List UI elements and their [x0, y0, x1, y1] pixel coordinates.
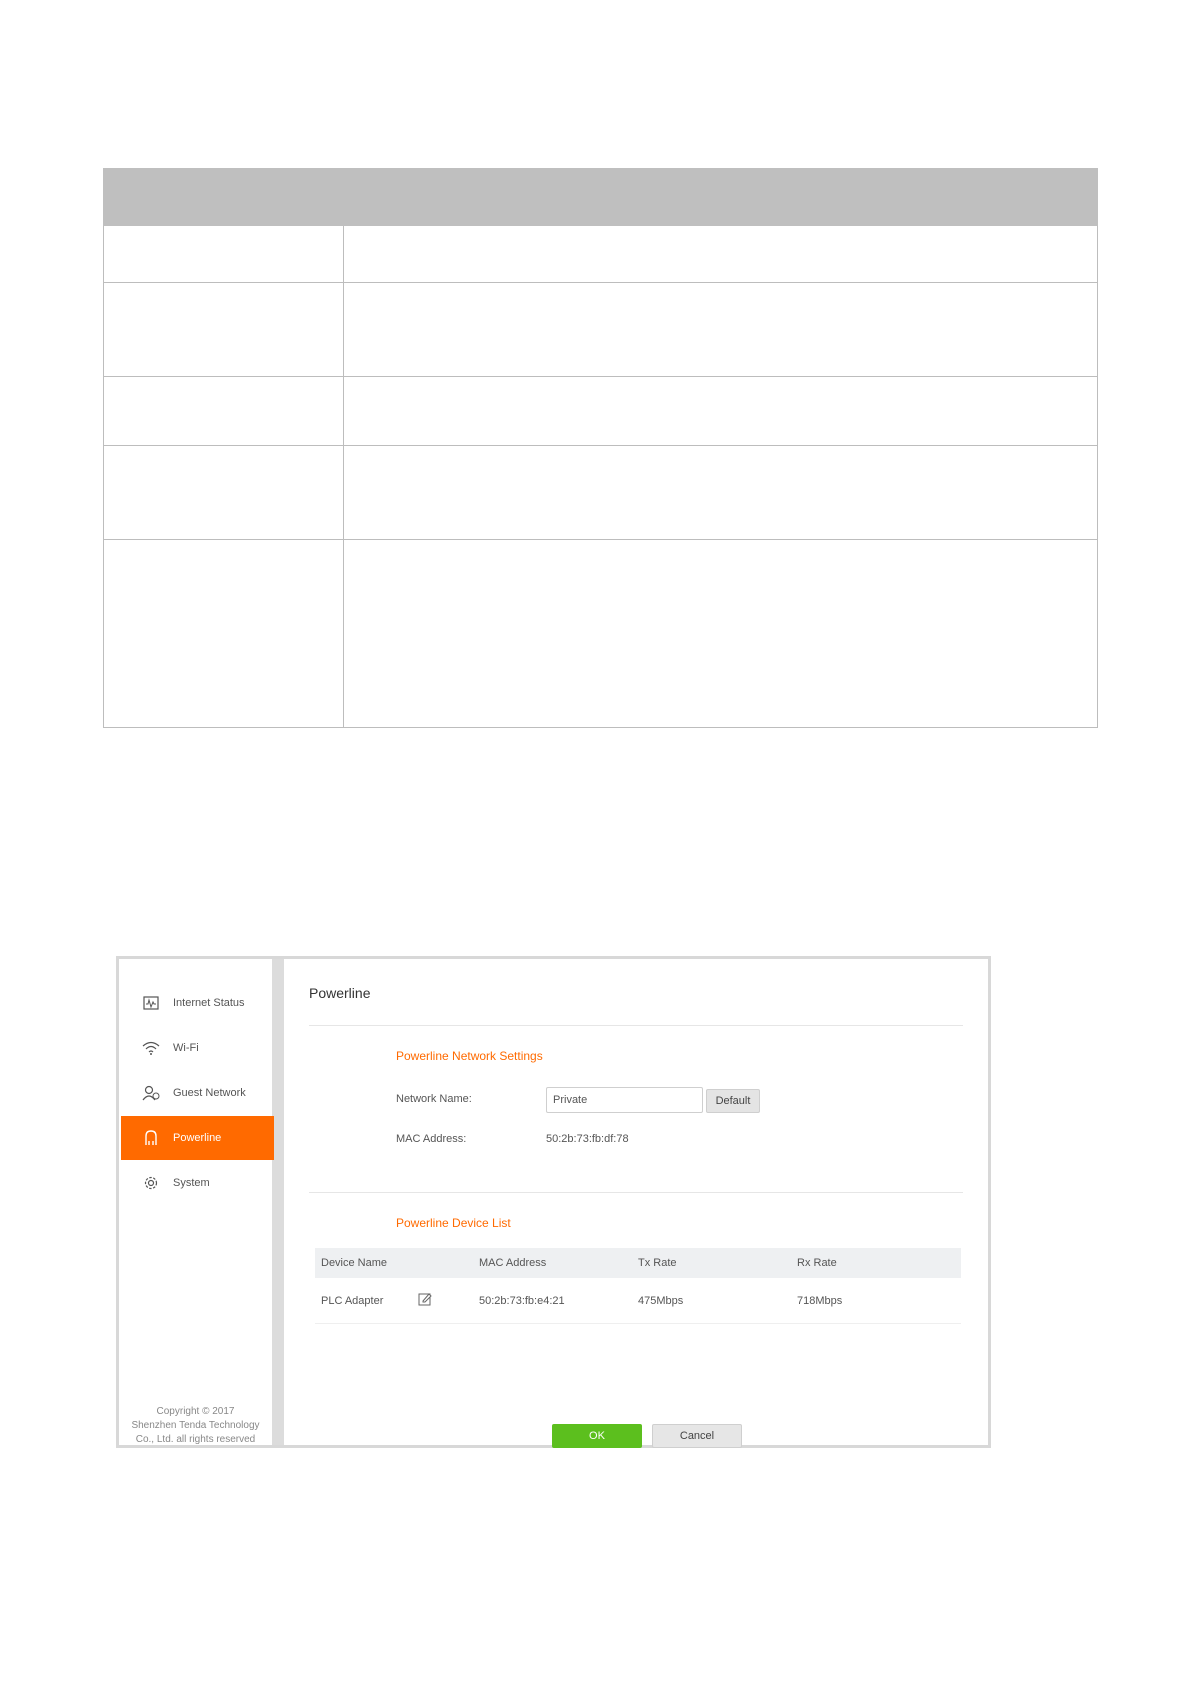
column-header-rx-rate: Rx Rate: [797, 1257, 837, 1269]
mac-address-value: 50:2b:73:fb:df:78: [546, 1133, 629, 1145]
table-cell: [343, 376, 1098, 446]
default-button[interactable]: Default: [706, 1089, 760, 1113]
table-cell: [343, 225, 1098, 283]
sidebar-item-label: System: [173, 1177, 210, 1189]
internet-status-icon: [141, 993, 161, 1013]
network-name-input[interactable]: [546, 1087, 703, 1113]
divider: [309, 1192, 963, 1193]
sidebar-item-wifi[interactable]: Wi-Fi: [121, 1026, 274, 1070]
edit-icon[interactable]: [418, 1292, 432, 1309]
sidebar-item-guest-network[interactable]: Guest Network: [121, 1071, 274, 1115]
mac-address-cell: 50:2b:73:fb:e4:21: [479, 1294, 565, 1307]
rx-rate-cell: 718Mbps: [797, 1294, 843, 1307]
table-cell: [103, 539, 344, 728]
page-title: Powerline: [309, 985, 371, 1001]
settings-section-title: Powerline Network Settings: [396, 1049, 543, 1063]
sidebar-item-system[interactable]: System: [121, 1161, 274, 1205]
device-list-title: Powerline Device List: [396, 1216, 511, 1230]
device-table-header: Device Name MAC Address Tx Rate Rx Rate: [315, 1248, 961, 1278]
sidebar-item-label: Guest Network: [173, 1087, 246, 1099]
table-cell: [343, 445, 1098, 540]
copyright-line: Shenzhen Tenda Technology: [131, 1420, 260, 1431]
copyright-line: Copyright © 2017: [156, 1406, 235, 1417]
sidebar-item-internet-status[interactable]: Internet Status: [121, 981, 274, 1025]
router-admin-window: Internet Status Wi-Fi Guest Network Powe…: [116, 956, 991, 1448]
mac-address-label: MAC Address:: [396, 1133, 467, 1145]
main-content: Powerline Powerline Network Settings Net…: [284, 959, 988, 1448]
sidebar-item-label: Wi-Fi: [173, 1042, 199, 1054]
device-table: Device Name MAC Address Tx Rate Rx Rate …: [315, 1248, 961, 1324]
divider: [309, 1025, 963, 1026]
column-header-mac-address: MAC Address: [479, 1257, 547, 1269]
powerline-icon: [141, 1128, 161, 1148]
cancel-button[interactable]: Cancel: [652, 1424, 742, 1448]
copyright: Copyright © 2017 Shenzhen Tenda Technolo…: [119, 1405, 272, 1447]
tx-rate-cell: 475Mbps: [638, 1294, 684, 1307]
column-header-device-name: Device Name: [321, 1257, 388, 1269]
sidebar-item-label: Powerline: [173, 1132, 222, 1144]
network-name-label: Network Name:: [396, 1093, 472, 1105]
sidebar: Internet Status Wi-Fi Guest Network Powe…: [119, 959, 284, 1445]
copyright-line: Co., Ltd. all rights reserved: [135, 1434, 256, 1445]
table-row: PLC Adapter 50:2b:73:fb:e4:21 475Mbps 71…: [315, 1278, 961, 1324]
sidebar-item-powerline[interactable]: Powerline: [121, 1116, 274, 1160]
gear-icon: [141, 1173, 161, 1193]
table-cell: [103, 282, 344, 377]
table-cell: [103, 225, 344, 283]
guest-network-icon: [141, 1083, 161, 1103]
table-cell: [103, 445, 344, 540]
table-cell: [343, 539, 1098, 728]
column-header-tx-rate: Tx Rate: [638, 1257, 677, 1269]
ok-button[interactable]: OK: [552, 1424, 642, 1448]
device-name-cell: PLC Adapter: [321, 1294, 384, 1307]
sidebar-item-label: Internet Status: [173, 997, 245, 1009]
table-header: [103, 168, 1098, 226]
table-cell: [103, 376, 344, 446]
wifi-icon: [141, 1038, 161, 1058]
table-cell: [343, 282, 1098, 377]
document-table: [103, 168, 1098, 728]
